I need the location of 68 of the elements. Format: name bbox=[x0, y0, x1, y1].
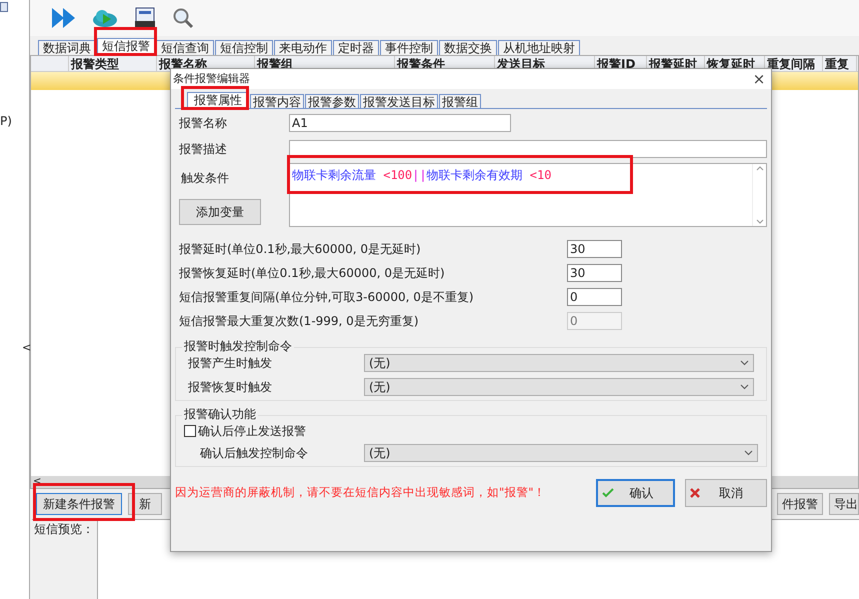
tab[interactable]: 数据交换 bbox=[439, 40, 497, 55]
column-header[interactable]: 重复 bbox=[823, 56, 857, 71]
dropdown[interactable]: (无) bbox=[364, 354, 754, 372]
close-button[interactable]: × bbox=[749, 71, 769, 87]
tab[interactable]: 短信控制 bbox=[215, 40, 273, 55]
field-label: 报警名称 bbox=[178, 115, 228, 132]
fast-forward-icon[interactable] bbox=[52, 8, 76, 28]
scroll-up-icon[interactable] bbox=[756, 166, 764, 171]
dropdown[interactable]: (无) bbox=[364, 444, 758, 462]
number-field[interactable]: 0 bbox=[567, 288, 622, 306]
grid-icon[interactable] bbox=[0, 2, 8, 12]
tab[interactable]: 报警参数 bbox=[305, 94, 359, 108]
tab[interactable]: 来电动作 bbox=[274, 40, 332, 55]
condition-token: 物联卡剩余有效期 bbox=[426, 168, 523, 182]
tab[interactable]: 报警组 bbox=[439, 94, 481, 108]
group-title: 报警时触发控制命令 bbox=[182, 339, 294, 353]
dropdown[interactable]: (无) bbox=[364, 378, 754, 396]
field-label: 确认后触发控制命令 bbox=[199, 445, 309, 462]
field-label: 短信报警最大重复次数(1-999, 0是无穷重复) bbox=[178, 313, 420, 330]
condition-field[interactable]: 物联卡剩余流量 <100||物联卡剩余有效期 <10 bbox=[289, 163, 767, 227]
search-icon[interactable] bbox=[172, 7, 194, 29]
check-icon bbox=[602, 488, 614, 498]
stop-alarm-checkbox[interactable]: 确认后停止发送报警 bbox=[184, 422, 758, 440]
warning-text: 因为运营商的屏蔽机制，请不要在短信内容中出现敏感词，如"报警"！ bbox=[175, 484, 547, 502]
field-label: 报警延时(单位0.1秒,最大60000, 0是无延时) bbox=[178, 241, 422, 258]
chevron-down-icon bbox=[740, 384, 749, 390]
tab[interactable]: 定时器 bbox=[333, 40, 379, 55]
field-label: 报警产生时触发 bbox=[188, 355, 273, 372]
cloud-play-icon[interactable] bbox=[92, 8, 118, 28]
number-field[interactable]: 30 bbox=[567, 240, 622, 258]
ok-button[interactable]: 确认 bbox=[596, 479, 676, 507]
condition-token: || bbox=[412, 168, 427, 182]
new-condition-alarm-button[interactable]: 新建条件报警 bbox=[36, 493, 122, 515]
name-field[interactable]: A1 bbox=[289, 114, 511, 132]
condition-token: <100 bbox=[382, 168, 412, 182]
chevron-down-icon bbox=[744, 450, 753, 456]
field-label: 报警描述 bbox=[178, 141, 228, 158]
dialog-title: 条件报警编辑器 bbox=[173, 70, 250, 87]
scroll-down-icon[interactable] bbox=[756, 219, 764, 224]
cancel-button[interactable]: 取消 bbox=[685, 479, 767, 507]
tab[interactable]: 数据词典 bbox=[38, 40, 96, 55]
highlight-frame bbox=[94, 27, 157, 56]
button[interactable]: 新 bbox=[128, 493, 162, 515]
field-label: 报警恢复延时(单位0.1秒,最大60000, 0是无延时) bbox=[178, 265, 446, 282]
number-field: 0 bbox=[567, 312, 622, 330]
field-label: 短信报警重复间隔(单位分钟,可取3-60000, 0是不重复) bbox=[178, 289, 475, 306]
highlight-frame bbox=[181, 86, 249, 110]
field-label: 报警恢复时触发 bbox=[188, 379, 273, 396]
side-text: P) bbox=[0, 113, 13, 130]
tab[interactable]: 报警发送目标 bbox=[360, 94, 438, 108]
column-header[interactable]: 报警类型 bbox=[69, 56, 157, 71]
tab[interactable]: 事件控制 bbox=[380, 40, 438, 55]
tab[interactable]: 报警内容 bbox=[250, 94, 304, 108]
condition-token: <10 bbox=[528, 168, 552, 182]
field-label: 触发条件 bbox=[180, 170, 230, 187]
tab[interactable]: 短信查询 bbox=[156, 40, 214, 55]
chevron-down-icon bbox=[740, 360, 749, 366]
tab[interactable]: 从机地址映射 bbox=[498, 40, 580, 55]
button[interactable]: 导出 bbox=[829, 493, 859, 515]
close-icon bbox=[690, 488, 700, 498]
number-field[interactable]: 30 bbox=[567, 264, 622, 282]
button[interactable]: 件报警 bbox=[777, 493, 823, 515]
group-title: 报警确认功能 bbox=[182, 407, 258, 421]
collapse-arrow[interactable]: < bbox=[22, 340, 29, 356]
add-variable-button[interactable]: 添加变量 bbox=[179, 199, 261, 225]
checkbox[interactable] bbox=[184, 425, 196, 437]
condition-token: 物联卡剩余流量 bbox=[292, 168, 376, 182]
preview-label: 短信预览： bbox=[32, 520, 98, 599]
